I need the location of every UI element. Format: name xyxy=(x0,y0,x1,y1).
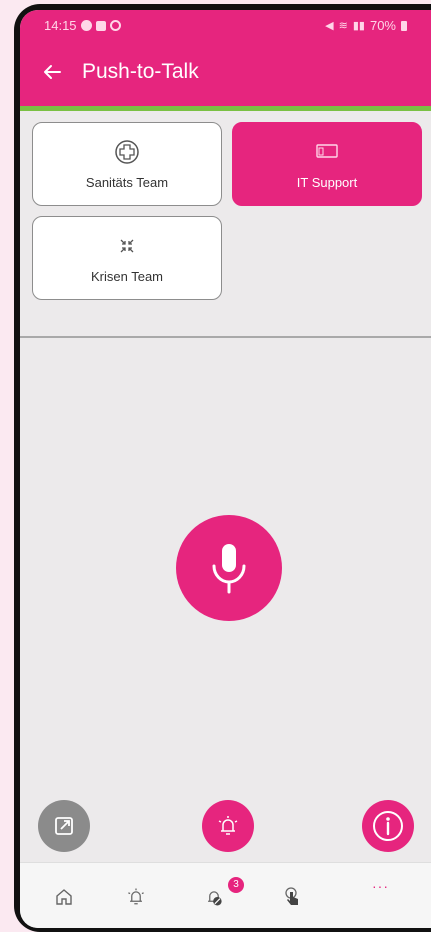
page-title: Push-to-Talk xyxy=(82,60,199,83)
medical-cross-icon xyxy=(115,139,139,164)
bottom-navigation xyxy=(20,862,431,928)
status-time: 14:15 xyxy=(44,18,77,33)
alarm-bell-icon xyxy=(128,888,144,905)
alarm-off-icon xyxy=(208,891,222,906)
alarm-button[interactable] xyxy=(202,800,254,852)
sync-icon xyxy=(109,20,121,31)
nav-home[interactable] xyxy=(46,879,82,915)
notification-icon xyxy=(80,20,92,31)
group-card-krisen-team[interactable]: Krisen Team xyxy=(32,216,222,300)
status-bar: 14:15 ◀ ≋ ▮▮ 70% xyxy=(20,10,431,38)
alarm-bell-icon xyxy=(218,816,238,835)
mute-icon: ◀ xyxy=(325,20,334,32)
microphone-icon xyxy=(212,544,246,594)
gallery-icon xyxy=(95,20,106,31)
group-label: Sanitäts Team xyxy=(85,174,169,190)
group-list: Sanitäts Team IT Support Krisen Team xyxy=(32,122,424,306)
app-screen: 14:15 ◀ ≋ ▮▮ 70% Push-to-Talk Sanitäts T… xyxy=(20,10,431,928)
battery-icon xyxy=(401,20,407,31)
nav-alarms[interactable] xyxy=(118,879,154,915)
group-label: IT Support xyxy=(296,174,358,190)
open-external-icon xyxy=(55,817,73,835)
touch-icon xyxy=(285,887,298,905)
alarm-count-badge: 3 xyxy=(228,877,244,893)
more-menu-button[interactable]: ··· xyxy=(372,878,389,894)
group-card-sanitaets-team[interactable]: Sanitäts Team xyxy=(32,122,222,206)
nav-touch[interactable] xyxy=(274,879,310,915)
group-card-it-support[interactable]: IT Support xyxy=(232,122,422,206)
info-button[interactable] xyxy=(362,800,414,852)
accent-line xyxy=(20,106,431,111)
home-icon xyxy=(56,889,72,905)
group-label: Krisen Team xyxy=(90,268,163,284)
app-bar: 14:15 ◀ ≋ ▮▮ 70% Push-to-Talk xyxy=(20,10,431,106)
battery-level: 70% xyxy=(369,18,396,33)
section-divider xyxy=(20,336,431,338)
laptop-icon xyxy=(316,143,338,158)
signal-icon: ▮▮ xyxy=(352,20,365,32)
collapse-arrows-icon xyxy=(120,239,134,252)
open-external-button[interactable] xyxy=(38,800,90,852)
info-icon xyxy=(373,811,403,841)
back-arrow-icon[interactable] xyxy=(40,60,64,84)
push-to-talk-button[interactable] xyxy=(176,515,282,621)
nav-alarm-off[interactable] xyxy=(196,879,232,915)
wifi-icon: ≋ xyxy=(338,20,348,32)
